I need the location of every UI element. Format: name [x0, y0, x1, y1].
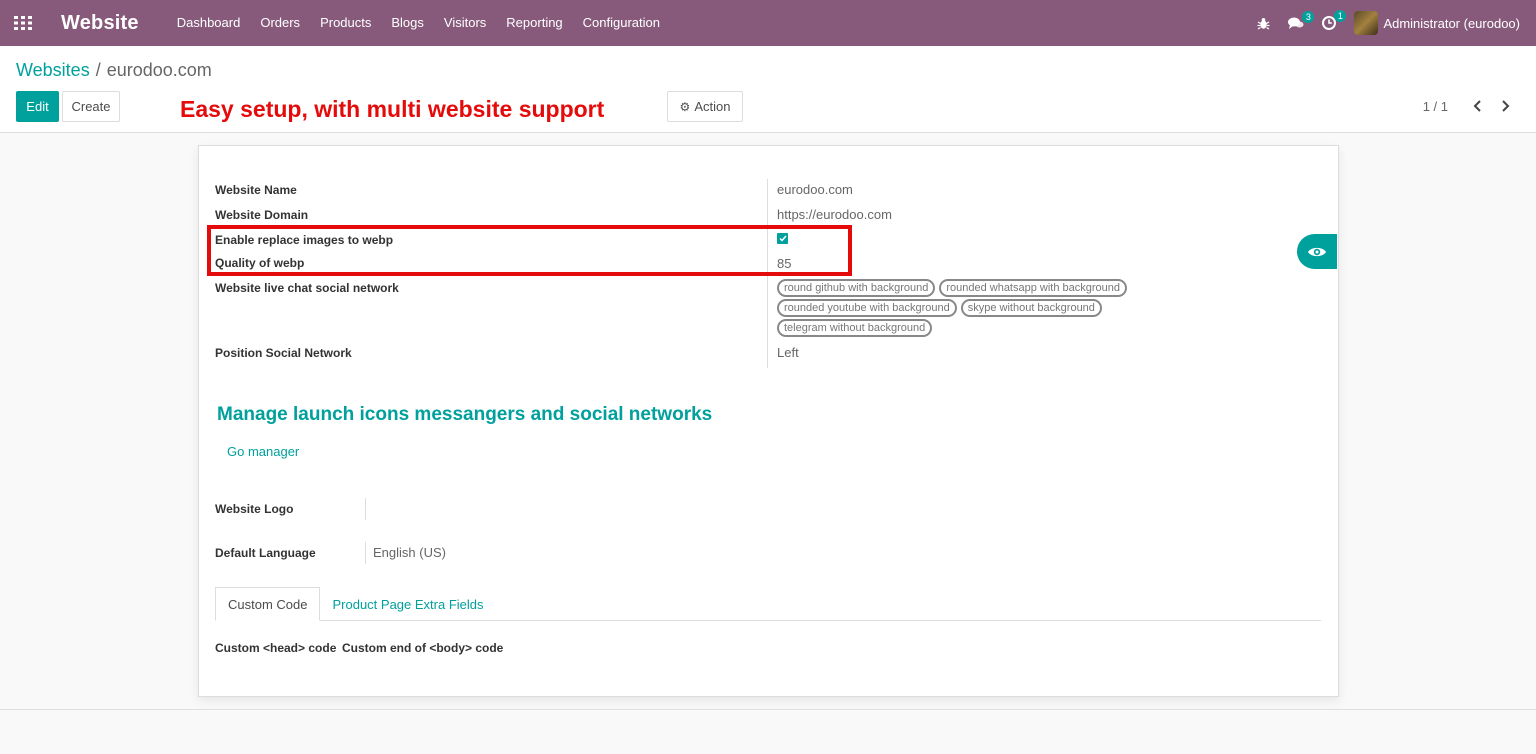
- action-label: Action: [694, 99, 731, 114]
- menu-dashboard[interactable]: Dashboard: [167, 0, 251, 46]
- website-name-label: Website Name: [215, 183, 297, 197]
- menu-products[interactable]: Products: [310, 0, 381, 46]
- user-name: Administrator (eurodoo): [1383, 15, 1520, 31]
- promo-caption: Easy setup, with multi website support: [180, 96, 605, 122]
- main-menu: Dashboard Orders Products Blogs Visitors…: [167, 0, 670, 46]
- tab-product-page-extra-fields[interactable]: Product Page Extra Fields: [320, 587, 495, 621]
- menu-configuration[interactable]: Configuration: [573, 0, 670, 46]
- go-manager-button[interactable]: Go manager: [227, 444, 299, 459]
- custom-head-code-label: Custom <head> code: [215, 641, 337, 655]
- breadcrumb-current: eurodoo.com: [106, 60, 212, 80]
- breadcrumb-separator: /: [95, 60, 101, 80]
- action-dropdown-button[interactable]: ⚙ Action: [667, 91, 743, 122]
- apps-menu-icon[interactable]: [0, 0, 46, 46]
- pager-previous-icon[interactable]: [1467, 96, 1487, 116]
- edit-button[interactable]: Edit: [16, 91, 59, 122]
- top-navbar: Website Dashboard Orders Products Blogs …: [0, 0, 1536, 46]
- activities-clock-icon[interactable]: 1: [1322, 10, 1347, 30]
- default-language-label: Default Language: [215, 546, 316, 560]
- social-tag: skype without background: [960, 299, 1102, 317]
- social-tag: rounded whatsapp with background: [939, 279, 1128, 297]
- social-tag: rounded youtube with background: [777, 299, 957, 317]
- app-brand[interactable]: Website: [61, 12, 139, 35]
- create-button[interactable]: Create: [62, 91, 120, 122]
- pager-counter[interactable]: 1 / 1: [1423, 99, 1448, 114]
- menu-visitors[interactable]: Visitors: [434, 0, 496, 46]
- form-sheet: Website Name eurodoo.com Website Domain …: [198, 145, 1339, 697]
- live-chat-social-label: Website live chat social network: [215, 281, 399, 295]
- website-domain-label: Website Domain: [215, 208, 309, 222]
- website-name-value: eurodoo.com: [777, 182, 853, 197]
- logo-divider: [365, 498, 366, 520]
- messages-count-badge: 3: [1302, 10, 1315, 23]
- messages-icon[interactable]: 3: [1288, 10, 1315, 30]
- position-social-label: Position Social Network: [215, 346, 352, 360]
- activities-count-badge: 1: [1334, 10, 1347, 22]
- preview-eye-button[interactable]: [1297, 234, 1337, 269]
- menu-orders[interactable]: Orders: [250, 0, 310, 46]
- section-title: Manage launch icons messangers and socia…: [217, 404, 713, 425]
- social-network-tags: round github with background rounded wha…: [777, 279, 1177, 339]
- social-tag: telegram without background: [777, 319, 933, 337]
- breadcrumb-websites-link[interactable]: Websites: [16, 60, 90, 80]
- user-menu[interactable]: Administrator (eurodoo): [1354, 11, 1520, 35]
- website-logo-label: Website Logo: [215, 502, 294, 516]
- notebook-tabs: Custom Code Product Page Extra Fields: [215, 587, 1321, 621]
- control-panel: Websites / eurodoo.com Edit Create Easy se…: [0, 46, 1536, 133]
- avatar: [1354, 11, 1379, 35]
- website-domain-value: https://eurodoo.com: [777, 207, 892, 222]
- pager-next-icon[interactable]: [1495, 96, 1515, 116]
- systray: 3 1 Administrator (eurodoo): [1257, 0, 1536, 46]
- menu-reporting[interactable]: Reporting: [496, 0, 572, 46]
- tab-custom-code[interactable]: Custom Code: [215, 587, 321, 621]
- debug-bug-icon[interactable]: [1257, 17, 1270, 30]
- menu-blogs[interactable]: Blogs: [381, 0, 434, 46]
- custom-body-code-label: Custom end of <body> code: [342, 641, 504, 655]
- eye-icon: [1308, 247, 1326, 256]
- highlight-annotation-box: [207, 225, 852, 276]
- breadcrumb: Websites / eurodoo.com: [16, 60, 212, 81]
- footer-divider: [0, 709, 1536, 710]
- social-tag: round github with background: [777, 279, 936, 297]
- default-language-value: English (US): [373, 545, 446, 560]
- position-social-value: Left: [777, 345, 799, 360]
- gear-icon: ⚙: [679, 99, 691, 114]
- language-divider: [365, 542, 366, 564]
